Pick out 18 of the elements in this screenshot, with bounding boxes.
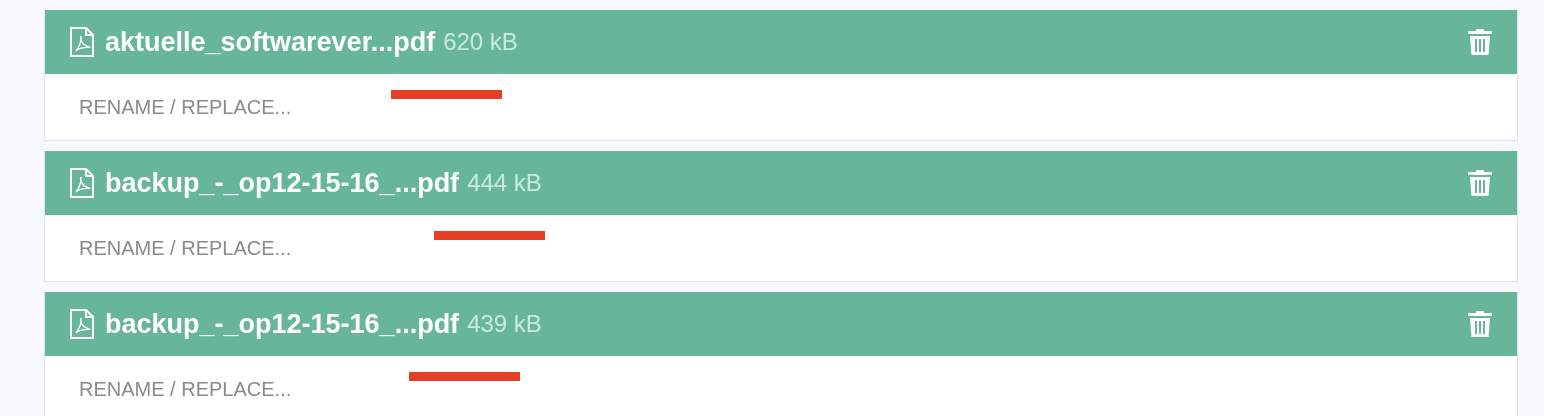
pdf-file-icon (69, 168, 95, 198)
file-name: backup_-_op12-15-16_...pdf (105, 308, 460, 340)
file-name: aktuelle_softwarever...pdf (105, 26, 436, 58)
delete-button[interactable] (1467, 28, 1493, 56)
file-size: 444 kB (467, 169, 542, 197)
trash-icon (1467, 28, 1493, 56)
delete-button[interactable] (1467, 169, 1493, 197)
delete-button[interactable] (1467, 310, 1493, 338)
trash-icon (1467, 310, 1493, 338)
trash-icon (1467, 169, 1493, 197)
file-size: 620 kB (443, 28, 518, 56)
pdf-file-icon (69, 309, 95, 339)
rename-replace-link[interactable]: RENAME / REPLACE... (79, 377, 292, 401)
file-name: backup_-_op12-15-16_...pdf (105, 167, 460, 199)
pdf-file-icon (69, 27, 95, 57)
rename-replace-link[interactable]: RENAME / REPLACE... (79, 236, 292, 260)
rename-replace-link[interactable]: RENAME / REPLACE... (79, 95, 292, 119)
file-size: 439 kB (467, 310, 542, 338)
